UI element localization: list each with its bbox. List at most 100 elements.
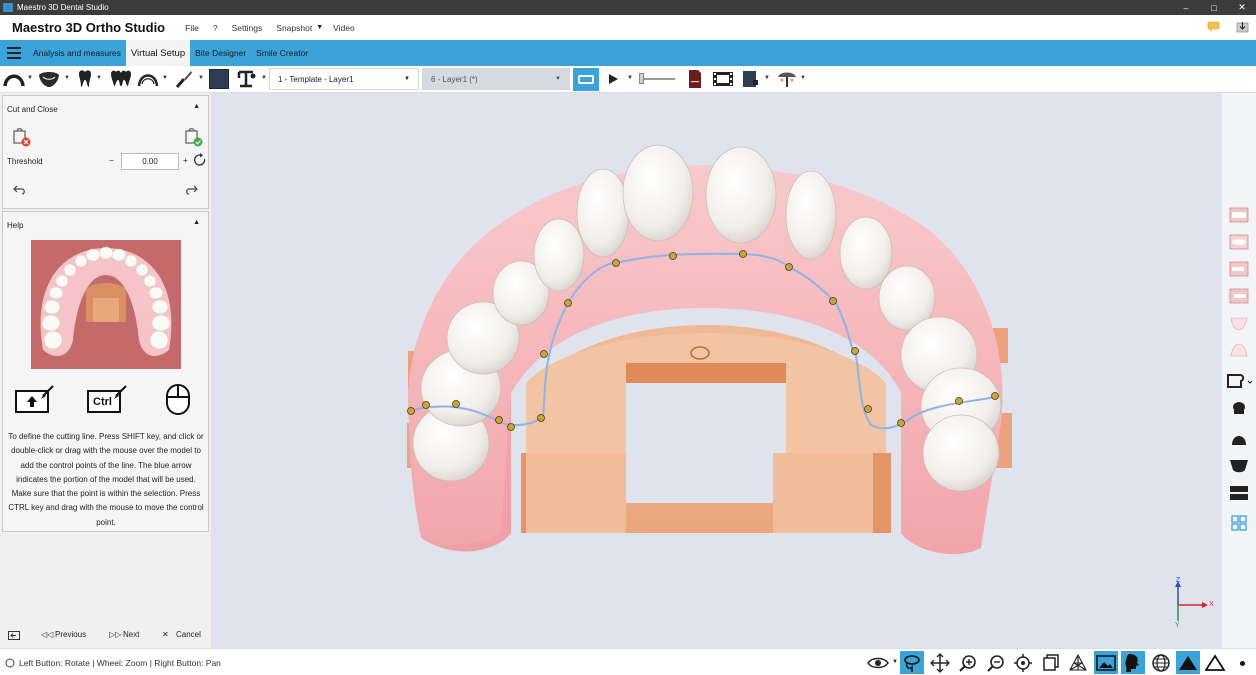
layer-visibility-button[interactable] xyxy=(573,68,599,91)
bite-view-icon[interactable] xyxy=(1228,484,1250,502)
next-icon[interactable]: ▷▷ xyxy=(109,630,121,639)
tooth-icon[interactable] xyxy=(77,69,93,89)
collapse-icon[interactable]: ▲ xyxy=(193,103,200,110)
axis-label-y: Y xyxy=(1175,622,1180,629)
articulator-icon[interactable] xyxy=(236,69,258,89)
wizard-nav: ◁◁ Previous ▷▷ Next ✕ Cancel xyxy=(0,628,211,642)
menu-bar: Maestro 3D Ortho Studio File ? Settings … xyxy=(0,15,1256,40)
app-name: Maestro 3D Ortho Studio xyxy=(12,20,166,35)
menu-help[interactable]: ? xyxy=(213,23,218,33)
undo-icon[interactable] xyxy=(13,184,27,196)
wireframe-icon[interactable] xyxy=(1066,651,1090,674)
upper-jaw-icon[interactable] xyxy=(1228,400,1250,418)
shift-key-icon xyxy=(15,385,54,413)
layer-select[interactable]: 6 - Layer1 (*) ▼ xyxy=(422,68,570,90)
mouse-icon xyxy=(166,384,190,415)
view-left-icon[interactable] xyxy=(1228,260,1250,278)
animation-slider[interactable] xyxy=(639,78,675,80)
tab-smile-creator[interactable]: Smile Creator xyxy=(251,40,313,66)
template-layer-value: 1 - Template - Layer1 xyxy=(278,74,354,84)
document-report-icon[interactable] xyxy=(687,69,703,89)
view-arch-icon[interactable] xyxy=(1225,372,1253,390)
clipping-box-icon[interactable] xyxy=(1039,651,1063,674)
download-icon[interactable] xyxy=(1236,21,1249,33)
status-hint: Left Button: Rotate | Wheel: Zoom | Righ… xyxy=(19,658,221,668)
menu-video[interactable]: Video xyxy=(333,23,355,33)
solid-triangle-icon[interactable] xyxy=(1176,651,1200,674)
maximize-button[interactable]: □ xyxy=(1200,0,1228,15)
view-occlusion-icon[interactable] xyxy=(1228,206,1250,224)
globe-grid-icon[interactable] xyxy=(1149,651,1173,674)
status-bar: Left Button: Rotate | Wheel: Zoom | Righ… xyxy=(0,648,1256,675)
zoom-in-icon[interactable] xyxy=(956,651,980,674)
lasso-rotate-icon[interactable] xyxy=(900,651,924,674)
film-icon[interactable] xyxy=(712,69,734,89)
threshold-input[interactable]: 0.00 xyxy=(121,153,179,170)
face-profile-icon[interactable] xyxy=(1121,651,1145,674)
layer-value: 6 - Layer1 (*) xyxy=(431,74,478,84)
pan-icon[interactable] xyxy=(928,651,952,674)
color-swatch-icon[interactable] xyxy=(209,69,229,89)
tab-analysis[interactable]: Analysis and measures xyxy=(28,40,126,66)
view-front-icon[interactable] xyxy=(1228,233,1250,251)
apply-line-icon[interactable] xyxy=(183,128,205,148)
reset-icon[interactable] xyxy=(194,153,206,167)
threshold-decrement-button[interactable]: − xyxy=(109,156,114,165)
cut-and-close-panel: Cut and Close ▲ Threshold − 0.00 + xyxy=(2,95,209,209)
minimize-button[interactable]: – xyxy=(1172,0,1200,15)
previous-icon[interactable]: ◁◁ xyxy=(41,630,53,639)
lower-jaw-icon[interactable] xyxy=(1228,429,1250,447)
panel-header[interactable]: Cut and Close ▲ xyxy=(3,96,208,122)
template-layer-select[interactable]: 1 - Template - Layer1 ▼ xyxy=(269,68,419,90)
chat-icon[interactable] xyxy=(1207,21,1220,33)
menu-settings[interactable]: Settings xyxy=(232,23,263,33)
slider-thumb[interactable] xyxy=(639,73,644,84)
app-icon xyxy=(3,3,13,12)
grid-layout-icon[interactable] xyxy=(1228,514,1250,532)
arch-wire-icon[interactable] xyxy=(137,69,159,89)
snapshot-dropdown-icon[interactable]: ▼ xyxy=(316,24,323,31)
jaw-model-icon[interactable] xyxy=(37,69,61,89)
view-right-icon[interactable] xyxy=(1228,287,1250,305)
panel-header[interactable]: Help ▲ xyxy=(3,212,208,238)
both-jaws-icon[interactable] xyxy=(1228,456,1250,474)
collapse-icon[interactable]: ▲ xyxy=(193,219,200,226)
cancel-button[interactable]: Cancel xyxy=(176,630,201,639)
delete-line-icon[interactable] xyxy=(11,128,33,148)
left-panel: Cut and Close ▲ Threshold − 0.00 + Help … xyxy=(0,93,211,648)
menu-snapshot[interactable]: Snapshot xyxy=(276,23,312,33)
threshold-row: Threshold − 0.00 + xyxy=(7,153,207,171)
center-target-icon[interactable] xyxy=(1011,651,1035,674)
zoom-out-icon[interactable] xyxy=(984,651,1008,674)
title-bar: Maestro 3D Dental Studio – □ ✕ xyxy=(0,0,1256,15)
eye-visibility-icon[interactable] xyxy=(866,651,890,674)
tab-virtual-setup[interactable]: Virtual Setup xyxy=(125,40,191,66)
multi-teeth-icon[interactable] xyxy=(110,69,132,89)
export-layer-icon[interactable] xyxy=(741,69,759,89)
arch-curve-icon[interactable] xyxy=(3,69,25,89)
redo-icon[interactable] xyxy=(184,184,198,196)
more-options-icon[interactable] xyxy=(1240,661,1245,666)
ctrl-key-icon: Ctrl xyxy=(87,384,129,414)
visibility-dropdown-icon[interactable]: ▼ xyxy=(892,659,898,665)
print-tree-icon[interactable] xyxy=(776,69,798,89)
dental-model-render[interactable] xyxy=(211,93,1222,648)
view-top-icon[interactable] xyxy=(1228,314,1250,332)
previous-button[interactable]: Previous xyxy=(55,630,86,639)
close-button[interactable]: ✕ xyxy=(1228,0,1256,15)
cancel-icon[interactable]: ✕ xyxy=(162,630,169,639)
outline-triangle-icon[interactable] xyxy=(1203,651,1227,674)
knife-tool-icon[interactable] xyxy=(174,69,194,89)
menu-file[interactable]: File xyxy=(185,23,199,33)
play-icon[interactable] xyxy=(606,69,620,89)
axis-label-x: X xyxy=(1209,601,1214,608)
panel-toggle-icon[interactable] xyxy=(8,631,20,640)
texture-image-icon[interactable] xyxy=(1094,651,1118,674)
threshold-increment-button[interactable]: + xyxy=(183,156,188,165)
3d-viewport[interactable]: Z X Y xyxy=(211,93,1222,648)
next-button[interactable]: Next xyxy=(123,630,139,639)
view-bottom-icon[interactable] xyxy=(1228,341,1250,359)
hamburger-menu-icon[interactable] xyxy=(0,40,28,66)
chevron-down-icon: ▼ xyxy=(555,76,561,82)
tab-bite-designer[interactable]: Bite Designer xyxy=(190,40,251,66)
